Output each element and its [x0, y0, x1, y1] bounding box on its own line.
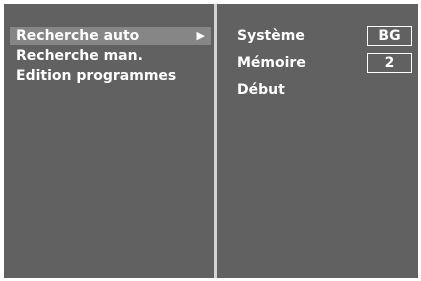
menu-item-recherche-auto[interactable]: Recherche auto ▶	[10, 27, 211, 45]
systeme-label: Système	[237, 28, 305, 44]
menu-item-label: Edition programmes	[16, 68, 177, 84]
main-menu: Recherche auto ▶ Recherche man. Edition …	[4, 4, 214, 278]
arrow-right-icon: ▶	[196, 29, 205, 42]
memoire-label: Mémoire	[237, 55, 306, 71]
menu-item-label: Recherche auto	[16, 28, 140, 44]
osd-menu-panel: Recherche auto ▶ Recherche man. Edition …	[4, 4, 418, 278]
menu-item-label: Recherche man.	[16, 48, 143, 64]
menu-item-edition-programmes[interactable]: Edition programmes	[10, 67, 211, 85]
settings-panel: Système BG Mémoire 2 Début	[217, 4, 418, 278]
systeme-value[interactable]: BG	[367, 26, 412, 46]
memoire-value[interactable]: 2	[367, 53, 412, 73]
menu-item-recherche-man[interactable]: Recherche man.	[10, 47, 211, 65]
debut-button[interactable]: Début	[237, 81, 285, 99]
